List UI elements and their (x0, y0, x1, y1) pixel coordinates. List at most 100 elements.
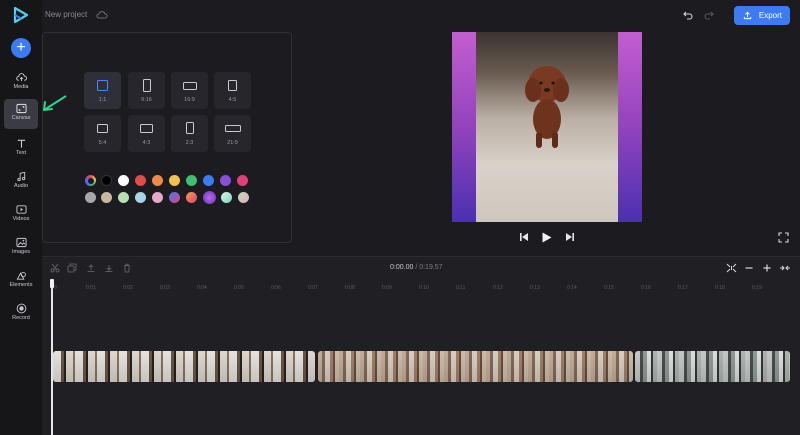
ratio-label: 2:3 (185, 140, 194, 146)
color-swatch[interactable] (101, 175, 112, 186)
top-bar: New project Export (42, 0, 800, 30)
fullscreen-icon[interactable] (778, 232, 789, 243)
rail-item-media[interactable]: Media (4, 68, 38, 98)
rail-item-record[interactable]: Record (4, 299, 38, 329)
ruler-tick: 0:18 (715, 285, 725, 291)
color-swatch[interactable] (101, 192, 112, 203)
color-swatch[interactable] (118, 175, 129, 186)
video-clip-2[interactable] (318, 351, 633, 382)
ratio-label: 21:9 (227, 140, 238, 146)
ratio-1-1[interactable]: 1:1 (84, 72, 121, 109)
ratio-label: 5:4 (98, 140, 107, 146)
rail-item-videos[interactable]: Videos (4, 200, 38, 230)
collapse-icon[interactable] (779, 263, 791, 273)
ratio-21-9[interactable]: 21:9 (214, 115, 251, 152)
rail-item-audio[interactable]: Audio (4, 167, 38, 197)
upload-icon (743, 11, 752, 20)
ruler-tick: 0:12 (493, 285, 503, 291)
color-swatch[interactable] (152, 192, 163, 203)
color-swatch-picker[interactable] (85, 175, 96, 186)
rail-item-canvas[interactable]: Canvas (4, 99, 38, 129)
video-frame (476, 32, 618, 222)
export-label: Export (758, 11, 782, 20)
color-swatch[interactable] (135, 175, 146, 186)
current-time: 0:00.00 (390, 264, 414, 271)
color-swatch[interactable] (203, 175, 214, 186)
ratio-label: 4:3 (142, 140, 151, 146)
ratio-16-9[interactable]: 16:9 (171, 72, 208, 109)
download-icon[interactable] (104, 263, 114, 273)
cloud-sync-icon (96, 11, 108, 19)
rail-item-elements[interactable]: Elements (4, 266, 38, 296)
color-swatch[interactable] (203, 191, 216, 204)
rail-item-text[interactable]: Text (4, 134, 38, 164)
color-swatch[interactable] (238, 192, 249, 203)
undo-icon[interactable] (682, 9, 694, 21)
ruler-tick: 0:09 (382, 285, 392, 291)
rail-label: Text (15, 150, 27, 156)
timeline: 0:00.00 / 0:19.57 0 0:01 0:02 0:03 0:04 … (42, 256, 800, 435)
ratio-label: 1:1 (98, 97, 107, 103)
color-swatch[interactable] (186, 192, 197, 203)
ruler-tick: 0 (54, 285, 57, 291)
zoom-in-icon[interactable] (762, 263, 772, 273)
ruler-tick: 0:02 (123, 285, 133, 291)
playhead-handle[interactable] (50, 279, 54, 288)
rail-label: Audio (13, 183, 29, 189)
ratio-4-3[interactable]: 4:3 (128, 115, 165, 152)
portrait-icon (142, 79, 151, 92)
play-icon[interactable] (540, 231, 553, 244)
color-swatch[interactable] (169, 192, 180, 203)
canvas-panel: 1:1 9:16 16:9 4:5 5:4 4:3 2:3 21:9 (42, 32, 292, 243)
video-clip-1[interactable] (53, 351, 315, 382)
skip-back-icon[interactable] (518, 231, 530, 243)
music-note-icon (16, 171, 25, 182)
rail-label: Images (11, 249, 31, 255)
fit-timeline-icon[interactable] (726, 263, 737, 273)
timeline-ruler[interactable]: 0 0:01 0:02 0:03 0:04 0:05 0:06 0:07 0:0… (42, 281, 800, 293)
timeline-toolbar: 0:00.00 / 0:19.57 (42, 257, 800, 279)
rail-label: Record (12, 315, 30, 321)
ruler-tick: 0:10 (419, 285, 429, 291)
color-swatch[interactable] (186, 175, 197, 186)
clipchamp-logo-icon[interactable] (12, 6, 30, 24)
color-swatch[interactable] (118, 192, 129, 203)
ratio-5-4[interactable]: 5:4 (84, 115, 121, 152)
shapes-icon (16, 272, 26, 280)
upload-icon[interactable] (86, 263, 96, 273)
color-swatch[interactable] (221, 192, 232, 203)
color-swatch[interactable] (85, 192, 96, 203)
video-preview[interactable] (452, 32, 642, 222)
ratio-9-16[interactable]: 9:16 (128, 72, 165, 109)
redo-icon[interactable] (703, 9, 715, 21)
project-title[interactable]: New project (45, 10, 87, 19)
trash-icon[interactable] (122, 263, 132, 273)
zoom-out-icon[interactable] (744, 263, 754, 273)
ruler-tick: 0:07 (308, 285, 318, 291)
scissors-icon[interactable] (50, 263, 60, 273)
rail-label: Canvas (11, 115, 31, 121)
video-icon (15, 205, 27, 214)
skip-forward-icon[interactable] (564, 231, 576, 243)
ratio-2-3[interactable]: 2:3 (171, 115, 208, 152)
color-swatch[interactable] (152, 175, 163, 186)
playhead[interactable] (51, 279, 53, 435)
color-swatch[interactable] (237, 175, 248, 186)
rail-label: Videos (12, 216, 30, 222)
timecode: 0:00.00 / 0:19.57 (390, 264, 443, 271)
add-button[interactable]: + (11, 38, 31, 58)
image-icon (15, 237, 27, 248)
app: + Media Canvas Text Audio Videos Images … (0, 0, 800, 435)
color-swatch[interactable] (220, 175, 231, 186)
rail-item-images[interactable]: Images (4, 233, 38, 263)
left-rail: + Media Canvas Text Audio Videos Images … (0, 0, 42, 435)
video-clip-3[interactable] (635, 351, 790, 382)
square-icon (97, 80, 108, 91)
annotation-arrow-icon (43, 95, 67, 111)
portrait-icon (228, 80, 237, 91)
export-button[interactable]: Export (734, 6, 790, 25)
color-swatch[interactable] (135, 192, 146, 203)
duplicate-icon[interactable] (67, 263, 77, 273)
ratio-4-5[interactable]: 4:5 (214, 72, 251, 109)
color-swatch[interactable] (169, 175, 180, 186)
